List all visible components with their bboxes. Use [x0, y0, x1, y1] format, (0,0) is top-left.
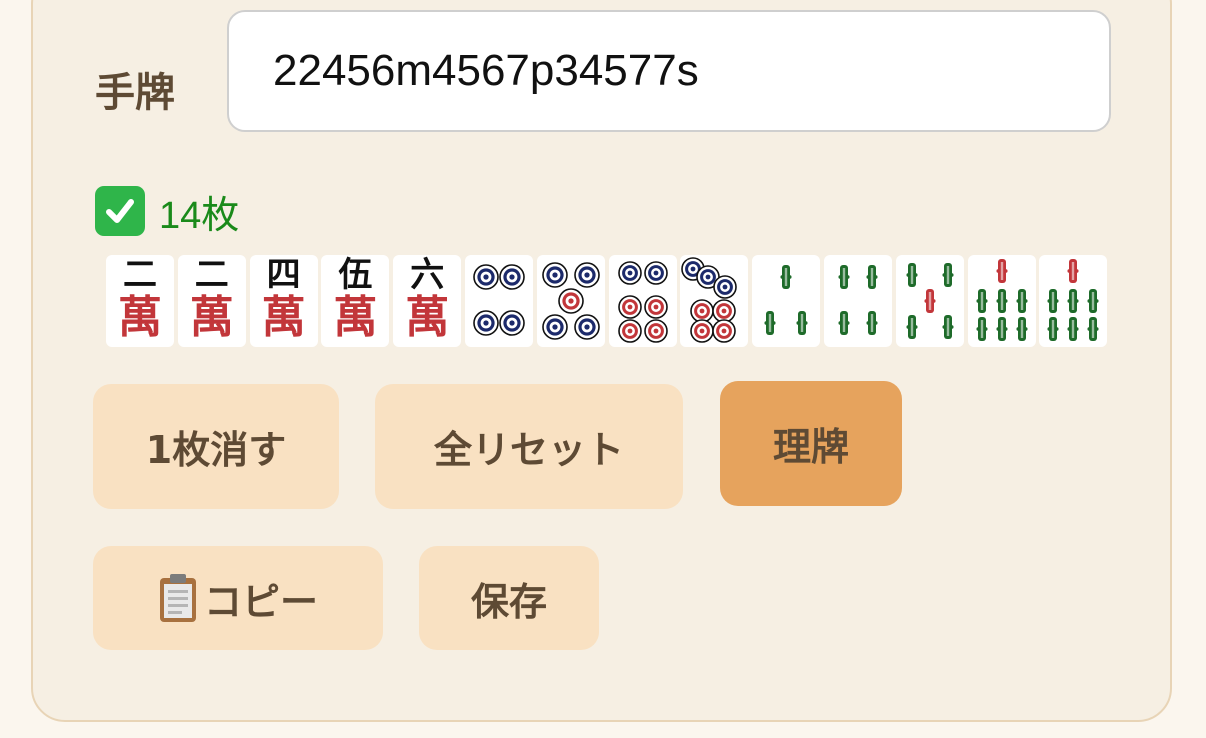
hand-label: 手牌 [95, 70, 175, 116]
tile-5m[interactable]: 伍萬 [321, 255, 390, 347]
tile-suit-char: 萬 [333, 292, 378, 343]
pin-tile-icon [473, 264, 525, 336]
tile-numeral: 伍 [338, 255, 373, 295]
tile-4m[interactable]: 四萬 [249, 255, 318, 347]
tile-4s[interactable] [823, 255, 892, 347]
tile-6m[interactable]: 六萬 [393, 255, 462, 347]
tile-suit-char: 萬 [261, 292, 306, 343]
tile-6p[interactable] [608, 255, 677, 347]
sou-tile-icon [838, 265, 878, 335]
pin-tile-icon [617, 261, 668, 343]
tile-numeral: 四 [266, 255, 301, 295]
hand-input[interactable] [227, 10, 1111, 132]
tile-5s[interactable] [895, 255, 964, 347]
tile-2m[interactable]: 二萬 [177, 255, 246, 347]
sou-tile-icon [976, 259, 1028, 341]
pin-tile-icon [541, 262, 600, 340]
reset-all-button[interactable]: 全リセット [375, 384, 683, 509]
check-icon [95, 186, 145, 236]
tile-4p[interactable] [464, 255, 533, 347]
sou-tile-icon [906, 263, 954, 339]
clipboard-icon [158, 572, 198, 624]
tile-numeral: 二 [194, 255, 229, 295]
sou-tile-icon [1047, 259, 1099, 341]
remove-one-button[interactable]: 1枚消す [93, 384, 339, 509]
copy-button[interactable]: コピー [93, 546, 383, 650]
tile-7s[interactable] [967, 255, 1036, 347]
tile-7p[interactable] [680, 255, 749, 347]
tile-count-text: 14枚 [159, 194, 240, 237]
tile-suit-char: 萬 [405, 292, 450, 343]
tile-suit-char: 萬 [189, 292, 234, 343]
save-button[interactable]: 保存 [419, 546, 599, 650]
tile-3s[interactable] [752, 255, 821, 347]
tile-count-status: 14枚 [95, 186, 240, 237]
tile-2m[interactable]: 二萬 [106, 255, 174, 347]
tile-numeral: 六 [410, 255, 445, 295]
pin-tile-icon [681, 257, 738, 343]
sou-tile-icon [764, 265, 808, 335]
copy-button-label: コピー [203, 579, 318, 624]
tile-7s[interactable] [1039, 255, 1108, 347]
hand-tiles: 二萬二萬四萬伍萬六萬 [106, 255, 1111, 347]
tile-5p[interactable] [536, 255, 605, 347]
tile-numeral: 二 [123, 255, 157, 295]
tile-suit-char: 萬 [118, 292, 162, 343]
sort-tiles-button[interactable]: 理牌 [720, 381, 902, 506]
